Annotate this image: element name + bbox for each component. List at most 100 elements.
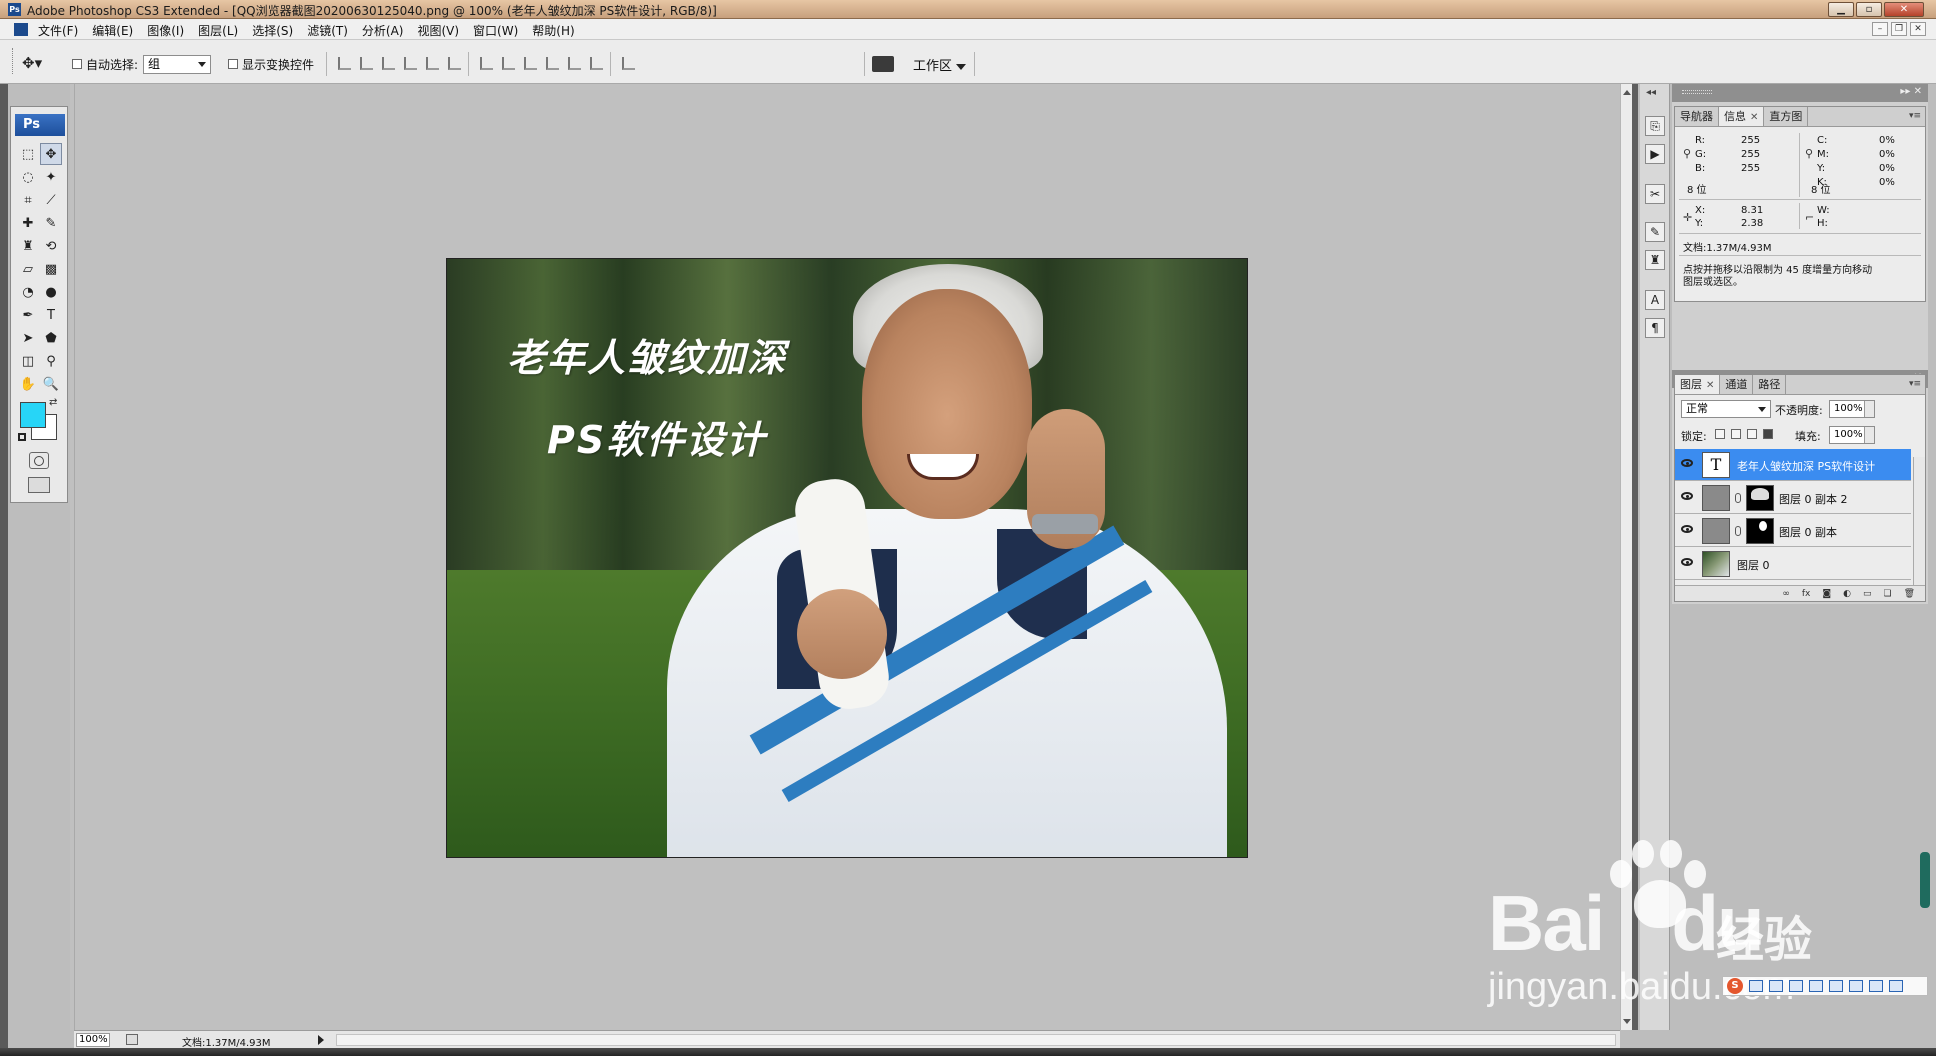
distribute-right-icon[interactable]: [590, 57, 603, 70]
menu-layer[interactable]: 图层(L): [198, 22, 238, 39]
character-panel-icon[interactable]: A: [1645, 290, 1665, 310]
document-icon[interactable]: [14, 23, 28, 36]
distribute-top-icon[interactable]: [480, 57, 493, 70]
adjustment-layer-icon[interactable]: ◐: [1843, 589, 1851, 599]
scroll-up-icon[interactable]: [1623, 90, 1631, 95]
options-grip[interactable]: [12, 48, 15, 74]
opacity-field[interactable]: 100%: [1829, 400, 1875, 418]
menu-file[interactable]: 文件(F): [38, 22, 78, 39]
layer-row-copy2[interactable]: 图层 0 副本 2: [1675, 482, 1911, 514]
status-menu-icon[interactable]: [126, 1034, 138, 1045]
menu-edit[interactable]: 编辑(E): [92, 22, 133, 39]
eraser-icon[interactable]: ▱: [17, 258, 39, 280]
crop-icon[interactable]: ⌗: [17, 189, 39, 211]
tool-presets-icon[interactable]: ✂: [1645, 184, 1665, 204]
layer-mask-thumbnail[interactable]: [1746, 485, 1774, 511]
zoom-icon[interactable]: 🔍: [40, 373, 62, 395]
gradient-icon[interactable]: ▩: [40, 258, 62, 280]
layer-mask-thumbnail[interactable]: [1746, 518, 1774, 544]
tab-layers[interactable]: 图层 ✕: [1675, 375, 1721, 394]
panel-grip[interactable]: [1682, 90, 1712, 94]
fx-icon[interactable]: fx: [1802, 589, 1811, 599]
scroll-down-icon[interactable]: [1623, 1019, 1631, 1024]
lock-all-icon[interactable]: [1763, 429, 1773, 439]
ime-keyboard-icon[interactable]: [1829, 980, 1843, 992]
move-icon[interactable]: ✥: [40, 143, 62, 165]
tab-channels[interactable]: 通道: [1720, 375, 1754, 394]
bridge-icon[interactable]: [872, 56, 894, 72]
tab-histogram[interactable]: 直方图: [1764, 107, 1809, 126]
layer-row-base[interactable]: 图层 0: [1675, 548, 1911, 580]
brushes-panel-icon[interactable]: ✎: [1645, 222, 1665, 242]
document-canvas[interactable]: 老年人皱纹加深 PS软件设计: [446, 258, 1248, 858]
auto-select-dropdown[interactable]: 组: [143, 55, 211, 74]
hand-icon[interactable]: ✋: [17, 373, 39, 395]
distribute-vcenter-icon[interactable]: [502, 57, 515, 70]
side-widget-handle[interactable]: [1920, 852, 1930, 908]
quick-mask-button[interactable]: [29, 452, 49, 469]
zoom-level-field[interactable]: 100%: [76, 1033, 110, 1047]
distribute-bottom-icon[interactable]: [524, 57, 537, 70]
doc-restore-button[interactable]: ❐: [1891, 22, 1907, 36]
history-panel-icon[interactable]: ⎘: [1645, 116, 1665, 136]
ime-punct-icon[interactable]: [1769, 980, 1783, 992]
move-tool-preset-icon[interactable]: ✥▾: [22, 54, 42, 72]
foreground-color-swatch[interactable]: [20, 402, 46, 428]
eyedropper-icon[interactable]: ⚲: [40, 350, 62, 372]
visibility-eye-icon[interactable]: [1681, 492, 1693, 500]
slice-icon[interactable]: ⟋: [40, 189, 62, 211]
lasso-icon[interactable]: ◌: [17, 166, 39, 188]
ime-user-icon[interactable]: [1849, 980, 1863, 992]
align-hcenter-icon[interactable]: [426, 57, 439, 70]
mask-link-icon[interactable]: [1735, 493, 1741, 503]
layer-row-text[interactable]: T 老年人皱纹加深 PS软件设计: [1675, 449, 1911, 481]
trash-icon[interactable]: 🗑: [1904, 589, 1915, 599]
marquee-icon[interactable]: ⬚: [17, 143, 39, 165]
layer-row-copy[interactable]: 图层 0 副本: [1675, 515, 1911, 547]
auto-select-checkbox[interactable]: [72, 59, 82, 69]
ime-emoji-icon[interactable]: [1789, 980, 1803, 992]
stamp-icon[interactable]: ♜: [17, 235, 39, 257]
link-layers-icon[interactable]: ∞: [1782, 589, 1790, 599]
swap-colors-icon[interactable]: ⇄: [49, 397, 57, 408]
doc-minimize-button[interactable]: –: [1872, 22, 1888, 36]
pen-icon[interactable]: ✒: [17, 304, 39, 326]
new-group-icon[interactable]: ▭: [1863, 589, 1872, 599]
close-button[interactable]: ✕: [1884, 2, 1924, 17]
clone-source-icon[interactable]: ♜: [1645, 250, 1665, 270]
lock-transparency-icon[interactable]: [1715, 429, 1725, 439]
tab-navigator[interactable]: 导航器: [1675, 107, 1719, 126]
dodge-icon[interactable]: ●: [40, 281, 62, 303]
menu-filter[interactable]: 滤镜(T): [307, 22, 348, 39]
menu-help[interactable]: 帮助(H): [532, 22, 574, 39]
minimize-button[interactable]: ▁: [1828, 2, 1854, 17]
ime-tools-icon[interactable]: [1889, 980, 1903, 992]
screen-mode-button[interactable]: [28, 477, 50, 493]
mask-link-icon[interactable]: [1735, 526, 1741, 536]
new-layer-icon[interactable]: ❏: [1883, 589, 1891, 599]
lock-pixels-icon[interactable]: [1731, 429, 1741, 439]
menu-window[interactable]: 窗口(W): [473, 22, 518, 39]
brush-icon[interactable]: ✎: [40, 212, 62, 234]
distribute-hcenter-icon[interactable]: [568, 57, 581, 70]
healing-icon[interactable]: ✚: [17, 212, 39, 234]
type-icon[interactable]: T: [40, 304, 62, 326]
layers-scrollbar[interactable]: [1913, 457, 1925, 587]
menu-analysis[interactable]: 分析(A): [362, 22, 404, 39]
align-bottom-icon[interactable]: [382, 57, 395, 70]
close-icon[interactable]: ✕: [1750, 112, 1758, 123]
ime-mode-icon[interactable]: [1749, 980, 1763, 992]
align-right-icon[interactable]: [448, 57, 461, 70]
magic-wand-icon[interactable]: ✦: [40, 166, 62, 188]
visibility-eye-icon[interactable]: [1681, 558, 1693, 566]
ime-voice-icon[interactable]: [1809, 980, 1823, 992]
doc-close-button[interactable]: ✕: [1910, 22, 1926, 36]
ime-skin-icon[interactable]: [1869, 980, 1883, 992]
notes-icon[interactable]: ◫: [17, 350, 39, 372]
opacity-slider-toggle[interactable]: [1864, 401, 1874, 417]
fill-slider-toggle[interactable]: [1864, 427, 1874, 443]
history-brush-icon[interactable]: ⟲: [40, 235, 62, 257]
blend-mode-dropdown[interactable]: 正常: [1681, 400, 1771, 418]
tab-info[interactable]: 信息 ✕: [1719, 107, 1765, 126]
align-vcenter-icon[interactable]: [360, 57, 373, 70]
